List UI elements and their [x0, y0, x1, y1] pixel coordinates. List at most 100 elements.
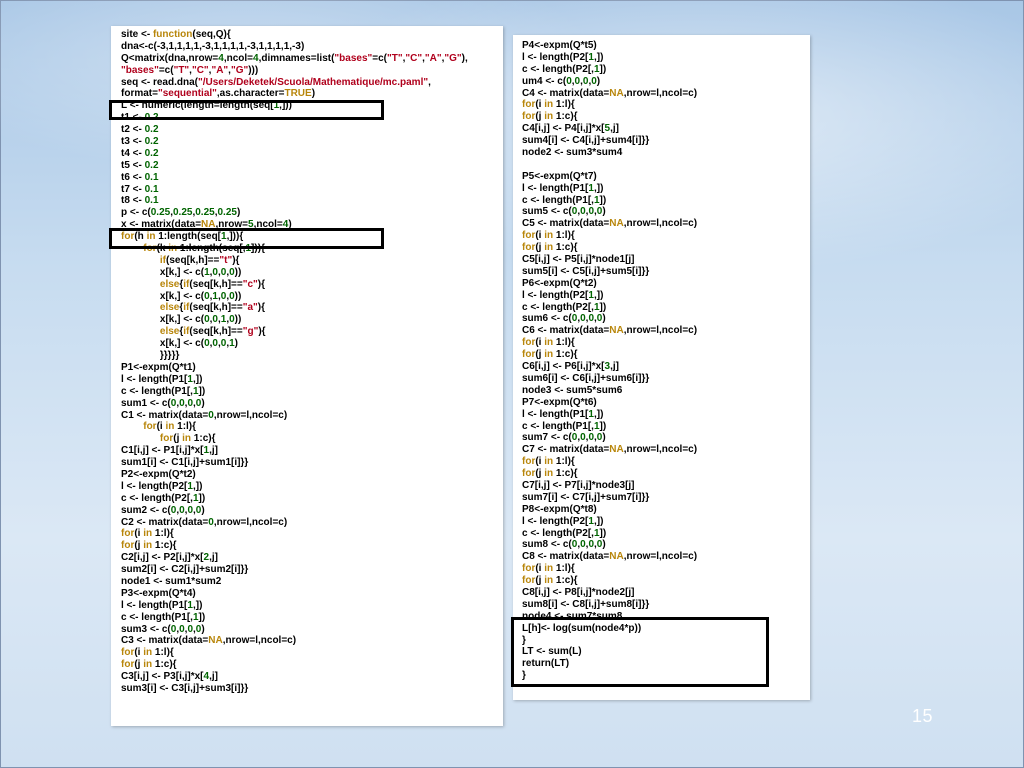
code-line: sum2 <- c(0,0,0,0)	[121, 505, 468, 517]
code-token: ,])	[593, 408, 604, 420]
code-token: sum7[i] <- C7[i,j]+sum7[i]}}	[522, 491, 650, 503]
code-token: 1:l){	[174, 421, 197, 433]
code-token: in	[544, 111, 554, 123]
code-token: C8 <- matrix(data=	[522, 551, 610, 563]
code-token: function	[152, 29, 193, 40]
code-line: t8 <- 0.1	[121, 195, 468, 207]
code-token: ])	[599, 194, 607, 206]
code-token: c <- length(P1[,	[121, 385, 193, 397]
code-token: 0.2	[144, 159, 159, 171]
code-token: ),	[461, 52, 468, 64]
code-token: for	[522, 230, 536, 242]
code-token: (seq[k,h]==	[189, 278, 243, 290]
code-token: 1:c){	[553, 349, 578, 361]
code-token: node3 <- sum5*sum6	[522, 384, 623, 396]
code-token: (j	[535, 111, 545, 123]
code-line: x[k,] <- c(0,0,1,0))	[121, 314, 468, 326]
code-token: node1 <- sum1*sum2	[121, 575, 222, 587]
code-token: ,nrow=l,ncol=c)	[623, 87, 698, 99]
slide-number: 15	[912, 706, 934, 726]
code-token: )	[201, 504, 205, 516]
highlight-box-L-init	[109, 100, 384, 120]
code-token: "A"	[211, 64, 229, 76]
code-line: P5<-expm(Q*t7)	[522, 171, 697, 183]
code-token: (j	[134, 659, 144, 671]
code-token: ,nrow=l,ncol=c)	[623, 444, 698, 456]
code-token: ])	[599, 301, 607, 313]
code-token: (i	[535, 337, 545, 349]
code-token: for	[522, 456, 536, 468]
code-token: sum1[i] <- C1[i,j]+sum1[i]}}	[121, 457, 249, 469]
code-token: (seq[k,h]==	[189, 326, 243, 338]
code-token: (i	[134, 647, 144, 659]
code-token: x[k,] <- c(	[121, 290, 205, 302]
code-token: sum4[i] <- C4[i,j]+sum4[i]}}	[522, 135, 650, 147]
highlight-box-return	[511, 617, 769, 687]
code-token: for	[522, 575, 536, 587]
code-line: l <- length(P1[1,])	[522, 409, 697, 421]
code-token: for	[522, 111, 536, 123]
code-token: in	[143, 659, 153, 671]
code-token: ,])	[593, 51, 604, 63]
code-line: C5[i,j] <- P5[i,j]*node1[j]	[522, 254, 697, 266]
code-token: -3	[201, 40, 211, 52]
code-token: C3 <- matrix(data=	[121, 635, 209, 647]
code-line: l <- length(P2[1,])	[522, 290, 697, 302]
code-token: sum6 <- c(	[522, 313, 572, 325]
code-token: t6 <-	[121, 171, 145, 183]
code-token: )	[602, 206, 606, 218]
code-token: P7<-expm(Q*t6)	[522, 396, 597, 408]
code-token: else	[159, 302, 180, 314]
code-line: c <- length(P2[,1])	[522, 302, 697, 314]
code-token: C3[i,j] <- P3[i,j]*x[	[121, 671, 204, 683]
code-token: c <- length(P2[,	[121, 492, 193, 504]
code-line: C5 <- matrix(data=NA,nrow=l,ncol=c)	[522, 218, 697, 230]
code-line: c <- length(P1[,1])	[121, 612, 468, 624]
code-token: else	[159, 278, 180, 290]
code-token: ,])	[192, 599, 203, 611]
code-line: l <- length(P2[1,])	[522, 52, 697, 64]
code-line: sum6[i] <- C6[i,j]+sum6[i]}}	[522, 373, 697, 385]
code-line: for(j in 1:c){	[522, 111, 697, 123]
code-line: for(j in 1:c){	[522, 242, 697, 254]
code-token: t7 <-	[121, 183, 145, 195]
code-token: node2 <- sum3*sum4	[522, 147, 623, 159]
code-token: ))	[234, 314, 242, 326]
code-token: t4 <-	[121, 147, 145, 159]
code-line: for(i in 1:l){	[121, 528, 468, 540]
code-token: l <- length(P1[	[121, 373, 188, 385]
code-line: l <- length(P1[1,])	[522, 183, 697, 195]
code-line: P4<-expm(Q*t5)	[522, 40, 697, 52]
code-line: for(i in 1:l){	[522, 456, 697, 468]
code-token: "C"	[191, 64, 209, 76]
code-token: ,nrow=l,ncol=c)	[623, 551, 698, 563]
code-token: ))	[234, 266, 242, 278]
code-token: C4[i,j] <- P4[i,j]*x[	[522, 123, 605, 135]
code-token: NA	[609, 325, 624, 337]
code-token: ])	[198, 611, 206, 623]
code-token: "T"	[387, 52, 403, 64]
code-token: in	[544, 230, 554, 242]
code-token: dna<-c(	[121, 40, 157, 52]
code-line: C6[i,j] <- P6[i,j]*x[3,j]	[522, 361, 697, 373]
code-token: l <- length(P1[	[121, 599, 188, 611]
code-token: "C"	[405, 52, 423, 64]
code-token: um4 <- c(	[522, 75, 567, 87]
code-token: x[k,] <- c(	[121, 314, 205, 326]
code-line: l <- length(P2[1,])	[121, 481, 468, 493]
code-token: 0.1	[144, 195, 159, 207]
code-line: P3<-expm(Q*t4)	[121, 588, 468, 600]
code-line: c <- length(P2[,1])	[522, 528, 697, 540]
code-token: 1:c){	[152, 659, 177, 671]
code-token: 1:c){	[553, 575, 578, 587]
code-token: "bases"	[334, 52, 373, 64]
code-token: C2[i,j] <- P2[i,j]*x[	[121, 552, 204, 564]
code-token: in	[544, 349, 554, 361]
code-token: (seq[k,h]==	[166, 254, 220, 266]
code-token: sum1 <- c(	[121, 397, 171, 409]
code-token: l <- length(P2[	[522, 51, 589, 63]
